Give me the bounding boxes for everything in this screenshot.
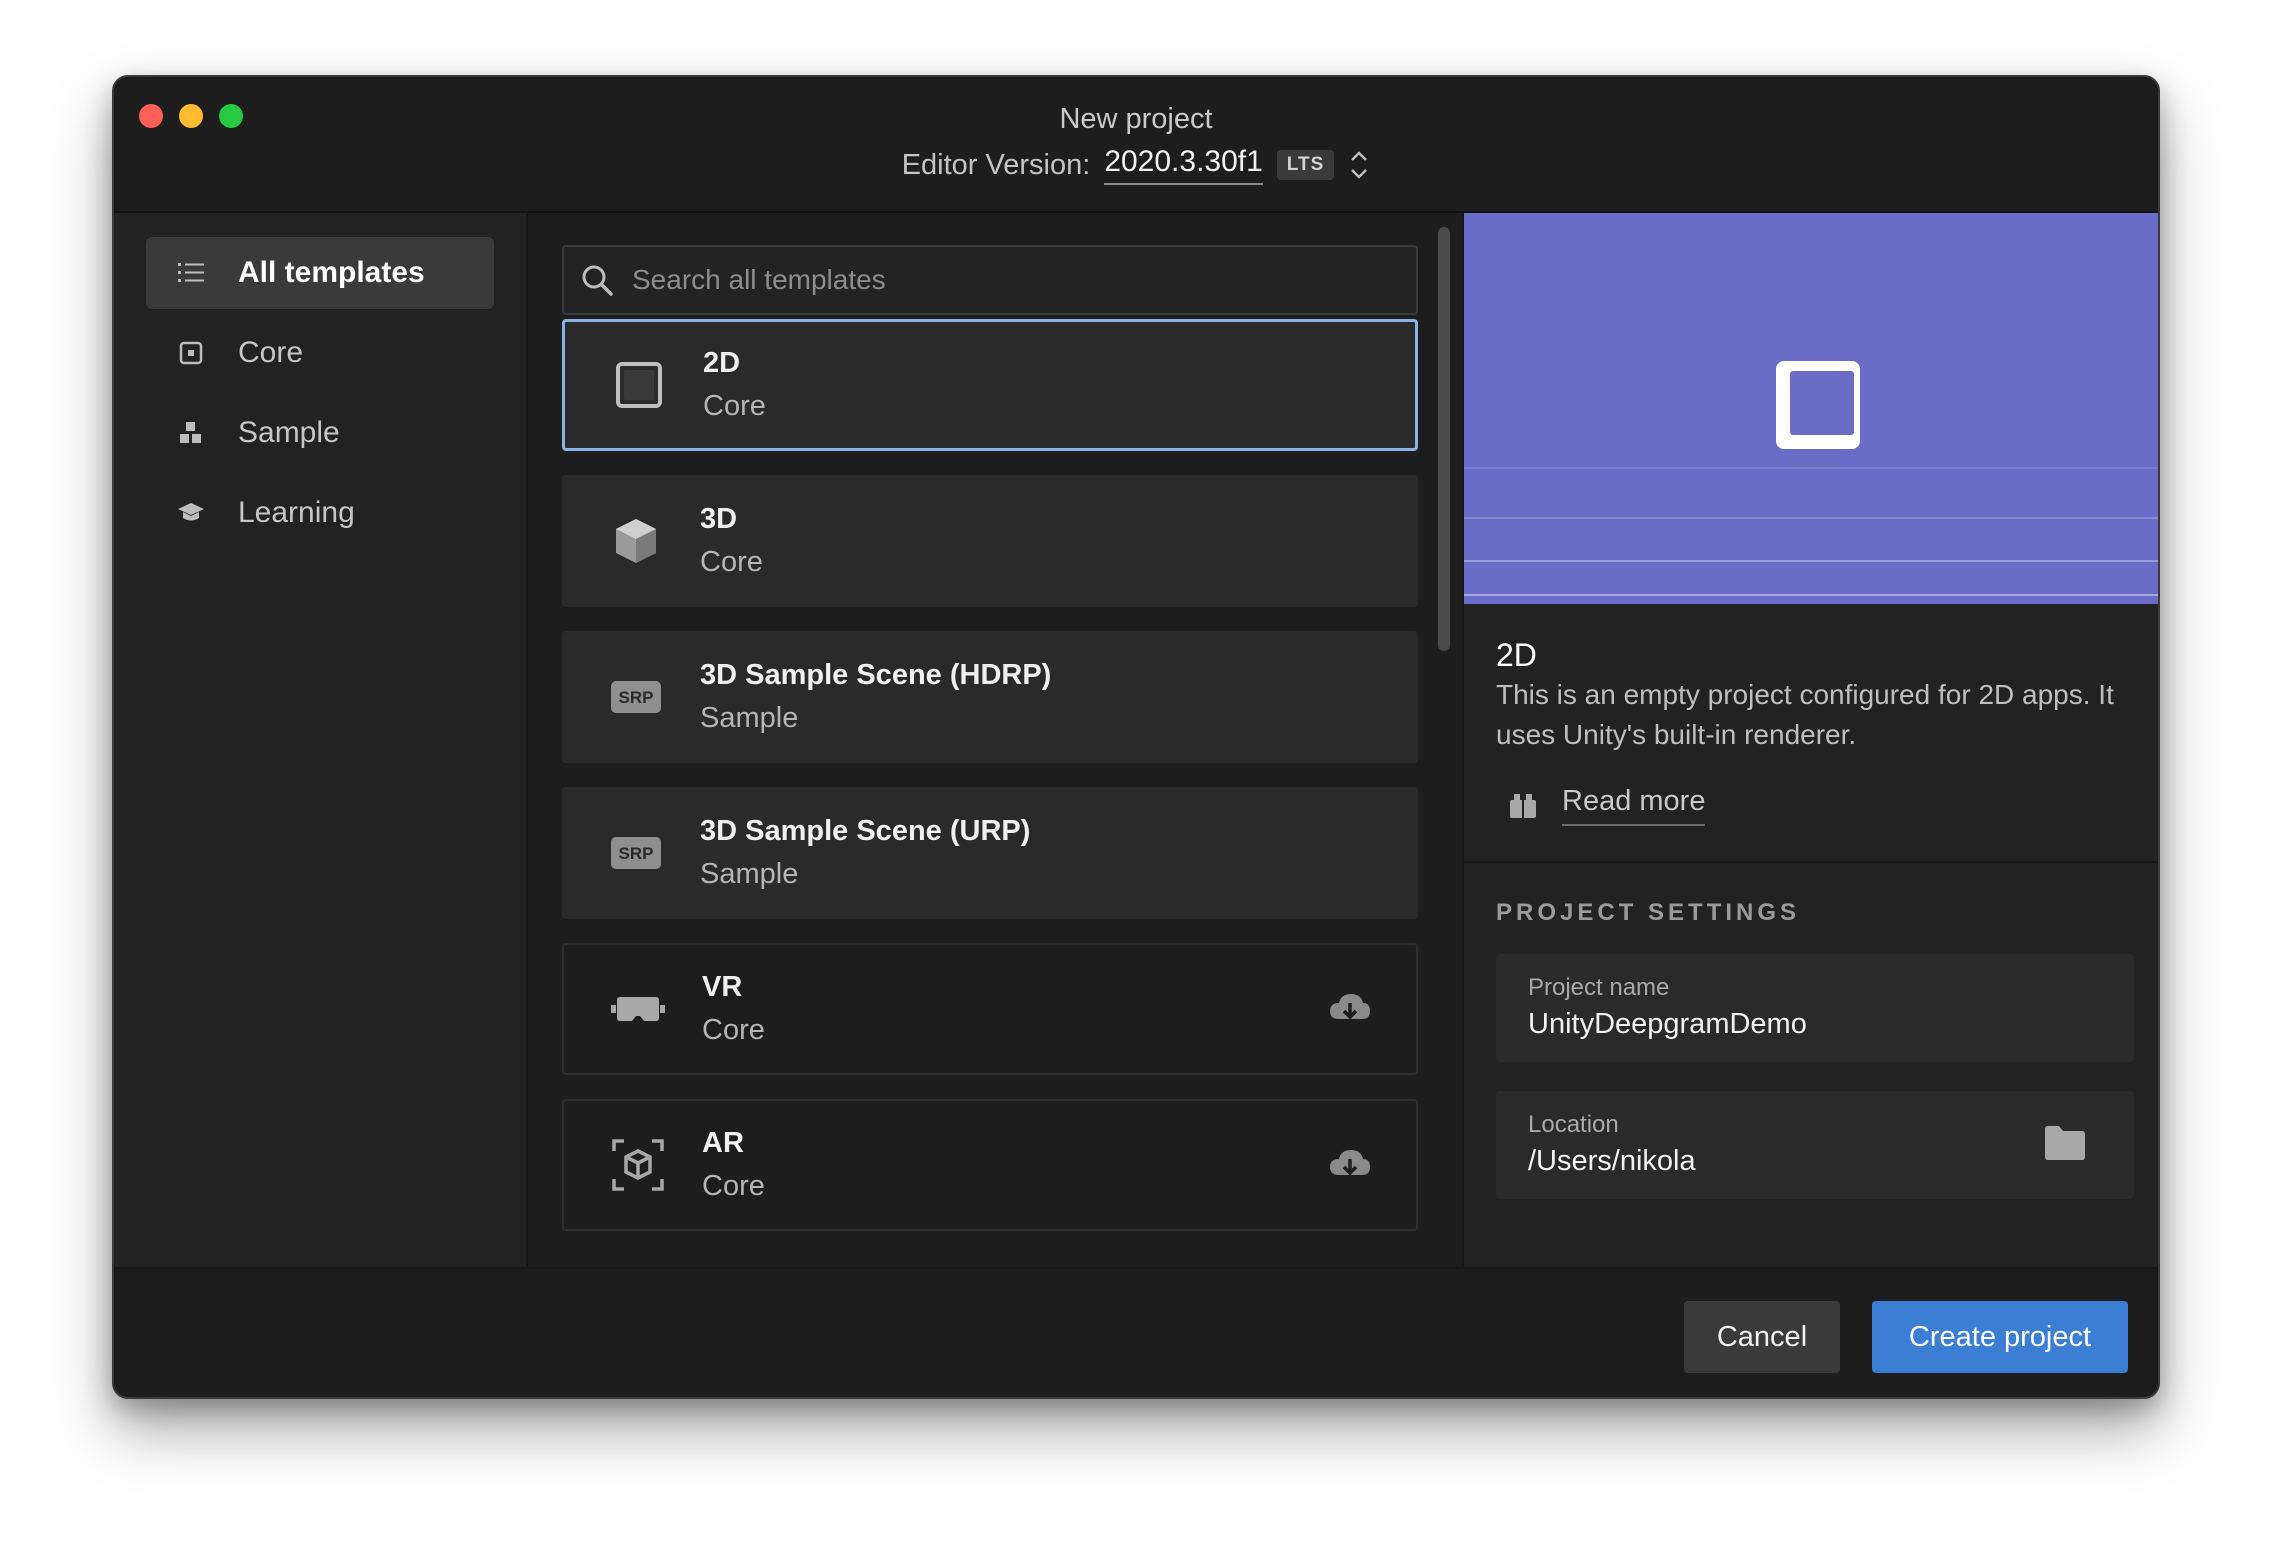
project-name-value[interactable]: UnityDeepgramDemo (1528, 1008, 2102, 1041)
template-list-scrollbar[interactable] (1438, 227, 1450, 651)
sidebar-item-all-templates[interactable]: All templates (146, 237, 494, 309)
location-label: Location (1528, 1111, 1619, 1138)
list-icon (176, 258, 206, 288)
project-name-label: Project name (1528, 974, 1670, 1001)
chevron-up-down-icon[interactable] (1348, 148, 1370, 182)
core-icon (176, 338, 206, 368)
sidebar-item-core[interactable]: Core (146, 317, 494, 389)
template-card-urp[interactable]: SRP 3D Sample Scene (URP) Sample (562, 787, 1418, 919)
svg-text:SRP: SRP (619, 688, 654, 707)
template-card-hdrp[interactable]: SRP 3D Sample Scene (HDRP) Sample (562, 631, 1418, 763)
cancel-button[interactable]: Cancel (1684, 1301, 1840, 1373)
project-name-field[interactable]: Project name UnityDeepgramDemo (1496, 954, 2134, 1062)
cloud-download-icon[interactable] (1328, 989, 1372, 1029)
srp-icon: SRP (606, 823, 666, 883)
template-name: 3D (700, 503, 738, 535)
project-settings-heading: PROJECT SETTINGS (1496, 899, 1801, 926)
template-name: AR (702, 1127, 744, 1159)
dialog-footer: Cancel Create project (114, 1267, 2158, 1397)
template-category: Core (702, 1170, 765, 1202)
editor-version-label: Editor Version: (901, 148, 1091, 181)
create-project-button[interactable]: Create project (1872, 1301, 2128, 1373)
template-name: 3D Sample Scene (HDRP) (700, 659, 1052, 691)
sidebar-item-label: Core (238, 336, 304, 369)
vr-headset-icon (608, 979, 668, 1039)
template-preview-image (1464, 213, 2158, 604)
template-category: Sample (700, 858, 799, 890)
editor-version-row: Editor Version: 2020.3.30f1 LTS (114, 145, 2158, 185)
template-detail-title: 2D (1496, 637, 1537, 673)
sidebar-item-sample[interactable]: Sample (146, 397, 494, 469)
cloud-download-icon[interactable] (1328, 1145, 1372, 1185)
template-category: Core (702, 1014, 765, 1046)
window-title: New project (1059, 103, 1213, 135)
template-name: 3D Sample Scene (URP) (700, 815, 1031, 847)
template-category: Sample (700, 702, 799, 734)
new-project-window: New project Editor Version: 2020.3.30f1 … (112, 75, 2160, 1399)
template-card-3d[interactable]: 3D Core (562, 475, 1418, 607)
template-details-panel: 2D This is an empty project configured f… (1462, 213, 2158, 1267)
sample-icon (176, 418, 206, 448)
sidebar-item-label: Sample (238, 416, 340, 449)
template-category: Core (703, 390, 766, 422)
panel-divider (1464, 861, 2158, 863)
template-name: 2D (703, 347, 741, 379)
cube-3d-icon (606, 511, 666, 571)
sidebar-item-label: All templates (238, 256, 425, 289)
template-card-ar[interactable]: AR Core (562, 1099, 1418, 1231)
ar-cube-icon (608, 1135, 668, 1195)
template-detail-description: This is an empty project configured for … (1496, 679, 2114, 750)
square-2d-icon (609, 355, 669, 415)
template-category-sidebar: All templates Core Sample Learning (114, 213, 528, 1267)
grid-preview-graphic (1464, 361, 2158, 604)
search-icon (582, 265, 613, 296)
folder-icon[interactable] (2044, 1125, 2086, 1161)
sidebar-item-label: Learning (238, 496, 355, 529)
template-card-vr[interactable]: VR Core (562, 943, 1418, 1075)
template-card-2d[interactable]: 2D Core (562, 319, 1418, 451)
sidebar-item-learning[interactable]: Learning (146, 477, 494, 549)
editor-version-select[interactable]: 2020.3.30f1 (1104, 145, 1263, 185)
read-more-label: Read more (1562, 785, 1706, 826)
search-box (562, 245, 1418, 315)
read-more-link[interactable]: Read more (1508, 785, 1706, 826)
template-list-panel: 2D Core 3D Core SRP (530, 213, 1462, 1267)
title-bar: New project Editor Version: 2020.3.30f1 … (114, 77, 2158, 213)
lts-badge: LTS (1276, 150, 1335, 180)
location-value[interactable]: /Users/nikola (1528, 1145, 2102, 1178)
template-category: Core (700, 546, 763, 578)
location-field[interactable]: Location /Users/nikola (1496, 1091, 2134, 1199)
search-input[interactable] (632, 264, 1392, 296)
template-name: VR (702, 971, 743, 1003)
graduation-cap-icon (176, 498, 206, 528)
srp-icon: SRP (606, 667, 666, 727)
book-icon (1510, 793, 1536, 818)
svg-text:SRP: SRP (619, 844, 654, 863)
